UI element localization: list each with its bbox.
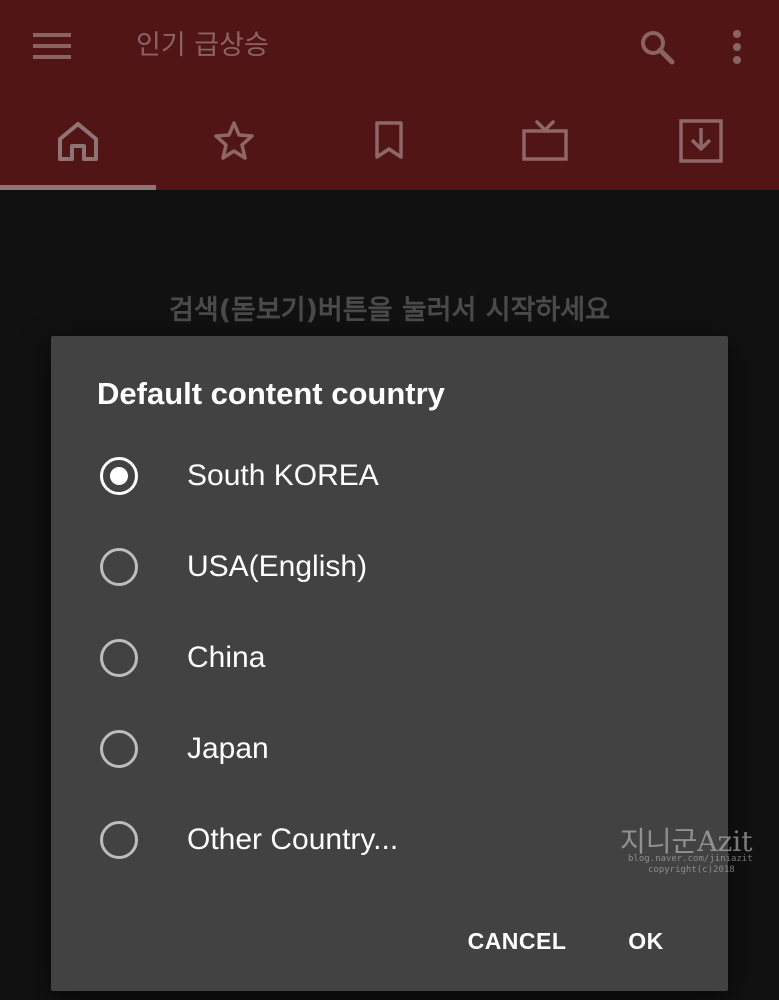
page-title: 인기 급상승	[136, 30, 269, 61]
radio-unchecked-icon	[100, 639, 138, 677]
dialog-title: Default content country	[97, 376, 445, 411]
option-label: China	[187, 641, 266, 674]
radio-button[interactable]	[79, 709, 159, 789]
option-label: USA(English)	[187, 550, 368, 583]
option-japan[interactable]: Japan	[79, 709, 699, 789]
menu-button[interactable]	[28, 24, 76, 68]
radio-button[interactable]	[79, 800, 159, 880]
radio-button[interactable]	[79, 618, 159, 698]
radio-unchecked-icon	[100, 821, 138, 859]
option-china[interactable]: China	[79, 618, 699, 698]
option-south-korea[interactable]: South KOREA	[79, 436, 699, 516]
tab-downloads[interactable]	[623, 92, 779, 190]
tab-bookmarks[interactable]	[312, 92, 468, 190]
tab-tv[interactable]	[467, 92, 623, 190]
option-usa[interactable]: USA(English)	[79, 527, 699, 607]
watermark-caption: blog.naver.com/jiniazit copyright(c)2018	[628, 854, 753, 875]
app-bar: 인기 급상승	[0, 0, 779, 92]
star-icon	[213, 121, 254, 160]
search-icon	[641, 31, 675, 65]
country-dialog: Default content country South KOREA USA(…	[51, 336, 728, 991]
option-label: Other Country...	[187, 823, 399, 856]
search-button[interactable]	[632, 22, 682, 72]
bookmark-icon	[375, 121, 404, 159]
ok-button[interactable]: OK	[615, 916, 677, 966]
home-icon	[57, 122, 98, 161]
tab-favorites[interactable]	[156, 92, 312, 190]
tab-home[interactable]	[0, 92, 156, 190]
radio-button[interactable]	[79, 436, 159, 516]
watermark: 지니군Azit blog.naver.com/jiniazit copyrigh…	[620, 820, 770, 880]
tab-bar	[0, 92, 779, 190]
tab-indicator	[0, 185, 156, 190]
menu-icon	[33, 33, 71, 59]
cancel-button[interactable]: CANCEL	[461, 916, 573, 966]
radio-checked-icon	[100, 457, 138, 495]
more-options-button[interactable]	[716, 22, 758, 72]
option-label: South KOREA	[187, 459, 379, 492]
option-other-country[interactable]: Other Country...	[79, 800, 699, 880]
download-icon	[679, 119, 723, 163]
radio-unchecked-icon	[100, 730, 138, 768]
radio-unchecked-icon	[100, 548, 138, 586]
option-label: Japan	[187, 732, 269, 765]
tv-icon	[522, 120, 569, 161]
more-vert-icon	[733, 30, 741, 64]
empty-state-hint: 검색(돋보기)버튼을 눌러서 시작하세요	[169, 295, 610, 326]
radio-button[interactable]	[79, 527, 159, 607]
